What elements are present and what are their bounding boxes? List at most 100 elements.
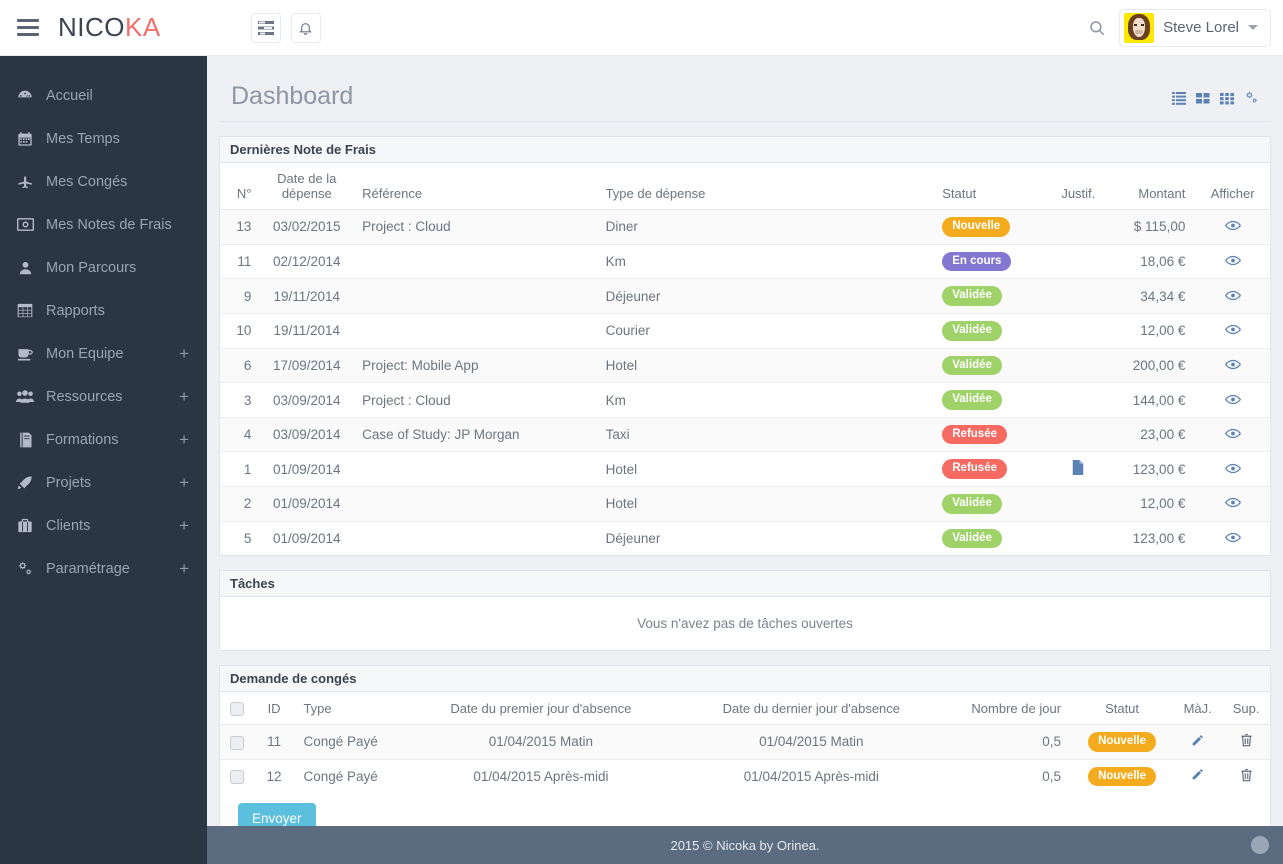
brand-logo[interactable]: NICOKA (58, 12, 161, 43)
cell-last-day: 01/04/2015 Après-midi (743, 768, 879, 784)
search-button[interactable] (1075, 19, 1119, 37)
col-type[interactable]: Type de dépense (595, 163, 933, 210)
table-row[interactable]: 10 19/11/2014 Courier Validée 12,00 € (220, 313, 1270, 349)
view-eye-icon[interactable] (1224, 290, 1241, 301)
sidebar-item-label: Clients (46, 517, 91, 534)
table-row[interactable]: 5 01/09/2014 Déjeuner Validée 123,00 € (220, 521, 1270, 555)
table-icon (14, 303, 36, 318)
table-row[interactable]: 4 03/09/2014 Case of Study: JP Morgan Taxi R… (220, 417, 1270, 453)
cell-type: Km (595, 244, 933, 280)
cell-show (1195, 417, 1270, 453)
tasks-panel-body: Vous n'avez pas de tâches ouvertes (220, 597, 1270, 650)
table-row[interactable]: 12 Congé Payé 01/04/2015 Après-midi 01/04/2… (220, 759, 1270, 793)
cell-amount: $ 115,00 (1110, 209, 1196, 245)
select-all-checkbox[interactable] (230, 701, 245, 716)
sidebar-item-clients[interactable]: Clients + (0, 504, 207, 547)
cell-first-day: 01/04/2015 Matin (405, 724, 677, 760)
sidebar-item-label: Mes Congés (46, 173, 128, 190)
col-type[interactable]: Type (293, 692, 406, 725)
cell-show (1195, 348, 1270, 384)
cell-reference: Project : Cloud (352, 382, 596, 418)
cell-days: 0,5 (946, 724, 1072, 760)
col-num[interactable]: N° (220, 163, 262, 210)
row-checkbox[interactable] (230, 735, 245, 750)
sidebar-expand[interactable]: + (179, 517, 189, 534)
col-id[interactable]: ID (254, 692, 294, 725)
sidebar-expand[interactable]: + (179, 431, 189, 448)
sidebar-item-mes-conges[interactable]: Mes Congés (0, 160, 207, 203)
sidebar-expand[interactable]: + (179, 560, 189, 577)
expenses-header-row: N° Date de la dépense Référence Type de … (220, 163, 1270, 210)
col-update[interactable]: MàJ. (1173, 692, 1223, 725)
view-eye-icon[interactable] (1224, 497, 1241, 508)
sidebar-item-label: Rapports (46, 302, 105, 319)
col-justif[interactable]: Justif. (1046, 163, 1111, 210)
col-amount[interactable]: Montant (1110, 163, 1196, 210)
table-row[interactable]: 3 03/09/2014 Project : Cloud Km Validée 144,0… (220, 382, 1270, 418)
delete-trash-icon[interactable] (1240, 733, 1253, 747)
view-eye-icon[interactable] (1224, 220, 1241, 231)
edit-pencil-icon[interactable] (1191, 734, 1204, 747)
user-menu[interactable]: Steve Lorel (1119, 8, 1271, 47)
cell-status: Nouvelle (932, 209, 1047, 245)
row-checkbox[interactable] (230, 770, 245, 785)
table-row[interactable]: 11 Congé Payé 01/04/2015 Matin 01/04/2015 M… (220, 724, 1270, 760)
cell-num: 3 (220, 382, 262, 418)
sidebar-item-mes-temps[interactable]: Mes Temps (0, 117, 207, 160)
table-row[interactable]: 13 03/02/2015 Project : Cloud Diner Nouvelle… (220, 209, 1270, 245)
col-show[interactable]: Afficher (1195, 163, 1270, 210)
table-row[interactable]: 2 01/09/2014 Hotel Validée 12,00 € (220, 486, 1270, 522)
table-row[interactable]: 6 17/09/2014 Project: Mobile App Hotel Valid… (220, 348, 1270, 384)
sidebar-expand[interactable]: + (179, 388, 189, 405)
sidebar-item-rapports[interactable]: Rapports (0, 289, 207, 332)
settings-gears-icon[interactable] (1244, 91, 1259, 105)
notifications-button[interactable] (290, 12, 321, 43)
view-eye-icon[interactable] (1224, 394, 1241, 405)
table-row[interactable]: 11 02/12/2014 Km En cours 18,06 € (220, 244, 1270, 280)
col-first-day[interactable]: Date du premier jour d'absence (405, 692, 677, 725)
cell-status: Validée (932, 278, 1047, 314)
sidebar-item-mon-equipe[interactable]: Mon Equipe + (0, 332, 207, 375)
view-eye-icon[interactable] (1224, 532, 1241, 543)
scroll-top-button[interactable] (1251, 836, 1269, 854)
leave-table-body: 11 Congé Payé 01/04/2015 Matin 01/04/2015 M… (220, 724, 1270, 793)
footer-text: 2015 © Nicoka by Orinea. (670, 837, 820, 853)
col-days[interactable]: Nombre de jour (946, 692, 1072, 725)
col-select-all[interactable] (220, 692, 255, 725)
cell-justif (1046, 382, 1111, 418)
sidebar-item-label: Mon Parcours (46, 259, 137, 276)
edit-pencil-icon[interactable] (1191, 768, 1204, 781)
view-eye-icon[interactable] (1224, 255, 1241, 266)
menu-toggle-icon[interactable] (0, 0, 56, 56)
col-status[interactable]: Statut (932, 163, 1047, 210)
sidebar-item-mes-notes-de-frais[interactable]: Mes Notes de Frais (0, 203, 207, 246)
sidebar-item-accueil[interactable]: Accueil (0, 74, 207, 117)
cell-justif (1046, 209, 1111, 245)
sidebar-item-mon-parcours[interactable]: Mon Parcours (0, 246, 207, 289)
view-eye-icon[interactable] (1224, 463, 1241, 474)
table-row[interactable]: 1 01/09/2014 Hotel Refusée 123,00 € (220, 451, 1270, 488)
sidebar-item-formations[interactable]: Formations + (0, 418, 207, 461)
view-eye-icon[interactable] (1224, 428, 1241, 439)
grid-2-view-icon[interactable] (1196, 92, 1210, 105)
delete-trash-icon[interactable] (1240, 768, 1253, 782)
sidebar-item-parametrage[interactable]: Paramétrage + (0, 547, 207, 590)
tasks-button[interactable] (250, 12, 281, 43)
col-delete[interactable]: Sup. (1222, 692, 1270, 725)
col-status[interactable]: Statut (1071, 692, 1174, 725)
list-view-icon[interactable] (1172, 91, 1186, 105)
leave-header-row: ID Type Date du premier jour d'absence D… (220, 692, 1270, 725)
cell-delete (1222, 724, 1270, 760)
sidebar-expand[interactable]: + (179, 345, 189, 362)
justificatif-document-icon[interactable] (1072, 460, 1084, 476)
view-eye-icon[interactable] (1224, 359, 1241, 370)
table-row[interactable]: 9 19/11/2014 Déjeuner Validée 34,34 € (220, 278, 1270, 314)
col-last-day[interactable]: Date du dernier jour d'absence (676, 692, 947, 725)
sidebar-item-projets[interactable]: Projets + (0, 461, 207, 504)
sidebar-expand[interactable]: + (179, 474, 189, 491)
sidebar-item-ressources[interactable]: Ressources + (0, 375, 207, 418)
view-eye-icon[interactable] (1224, 324, 1241, 335)
grid-3-view-icon[interactable] (1220, 92, 1234, 105)
col-reference[interactable]: Référence (352, 163, 596, 210)
col-date[interactable]: Date de la dépense (261, 163, 353, 210)
